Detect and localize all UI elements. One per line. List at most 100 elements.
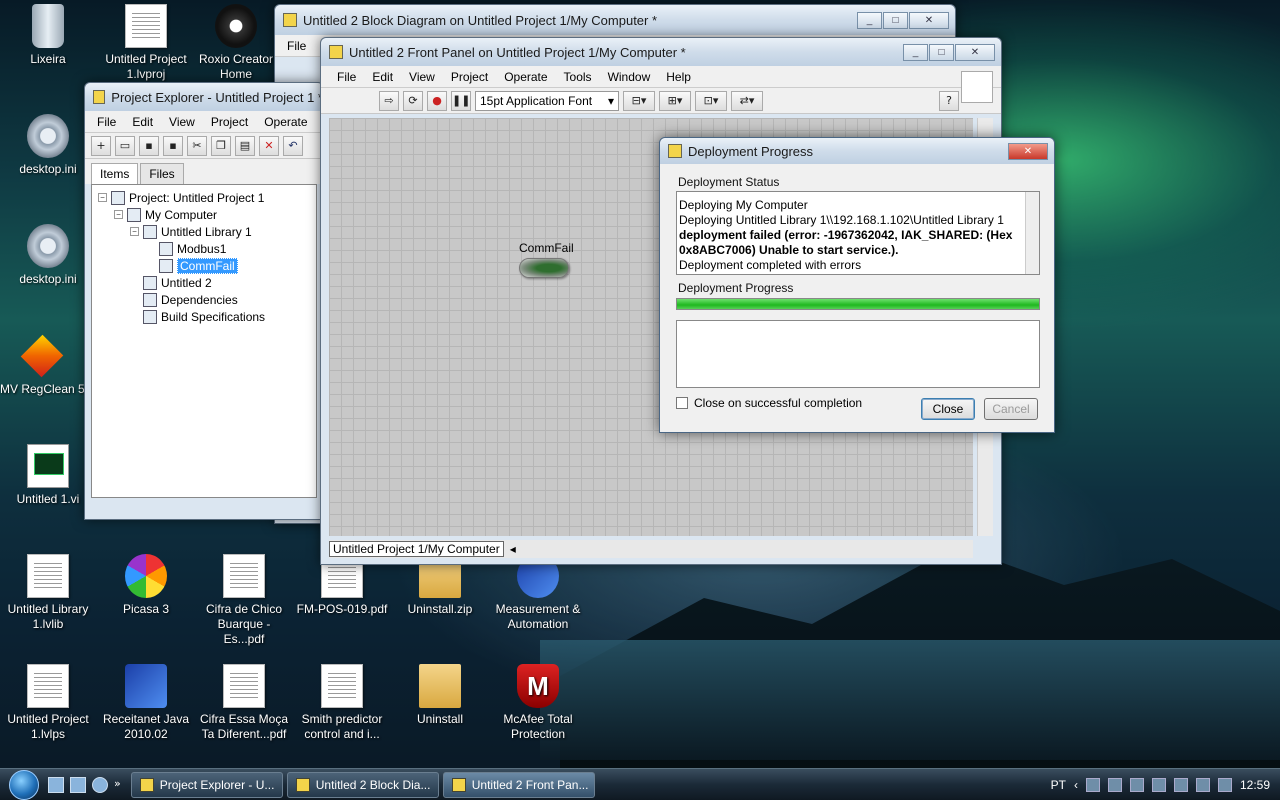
project-explorer-window[interactable]: Project Explorer - Untitled Project 1 * … xyxy=(84,82,324,520)
desktop-icon-cifra-chico[interactable]: Cifra de Chico Buarque - Es...pdf xyxy=(196,554,292,647)
distribute-objects-icon[interactable]: ⊞▾ xyxy=(659,90,691,111)
minimize-button[interactable]: _ xyxy=(903,43,928,61)
maximize-button[interactable]: □ xyxy=(929,43,954,61)
run-icon[interactable]: ⇨ xyxy=(379,90,399,111)
menu-view[interactable]: View xyxy=(161,115,203,129)
internet-explorer-icon[interactable] xyxy=(92,776,108,793)
desktop-icon-recycle-bin[interactable]: Lixeira xyxy=(0,4,96,67)
tab-files[interactable]: Files xyxy=(140,163,184,184)
desktop-icon-lvlib[interactable]: Untitled Library 1.lvlib xyxy=(0,554,96,632)
desktop-icon-untitled-vi[interactable]: Untitled 1.vi xyxy=(0,444,96,507)
desktop-icon-lvproj[interactable]: Untitled Project 1.lvproj xyxy=(98,4,194,82)
clock[interactable]: 12:59 xyxy=(1240,778,1270,792)
status-log-scrollbar[interactable] xyxy=(1025,192,1039,274)
menu-project[interactable]: Project xyxy=(443,70,496,84)
desktop-icon-roxio[interactable]: Roxio Creator Home xyxy=(196,4,276,82)
desktop-icon-regclean[interactable]: MV RegClean 5 xyxy=(0,334,84,397)
tree-node-commfail[interactable]: CommFail xyxy=(92,257,316,274)
collapse-icon[interactable]: − xyxy=(130,227,139,236)
menu-operate[interactable]: Operate xyxy=(256,115,315,129)
reorder-icon[interactable]: ⇄▾ xyxy=(731,90,763,111)
menu-edit[interactable]: Edit xyxy=(124,115,161,129)
scroll-left-icon[interactable]: ◂ xyxy=(510,542,516,556)
task-front-panel[interactable]: Untitled 2 Front Pan... xyxy=(442,771,595,798)
more-icon[interactable]: » xyxy=(114,777,121,793)
tree-node-my-computer[interactable]: − My Computer xyxy=(92,206,316,223)
dialog-close-button[interactable]: ✕ xyxy=(1008,142,1048,160)
menu-window[interactable]: Window xyxy=(600,70,659,84)
desktop-icon-cifra-essa[interactable]: Cifra Essa Moça Ta Diferent...pdf xyxy=(196,664,292,742)
open-icon[interactable]: ▭ xyxy=(115,135,135,156)
menu-view[interactable]: View xyxy=(401,70,443,84)
network-tray-icon[interactable] xyxy=(1085,777,1100,792)
cancel-button[interactable]: Cancel xyxy=(984,398,1038,420)
security-tray-icon[interactable] xyxy=(1173,777,1188,792)
desktop-icon-lvlps[interactable]: Untitled Project 1.lvlps xyxy=(0,664,96,742)
close-on-completion-checkbox[interactable]: Close on successful completion xyxy=(676,396,862,410)
tree-node-dependencies[interactable]: Dependencies xyxy=(92,291,316,308)
maximize-button[interactable]: □ xyxy=(883,11,908,29)
collapse-icon[interactable]: − xyxy=(98,193,107,202)
desktop-icon-desktop-ini-1[interactable]: desktop.ini xyxy=(0,114,96,177)
copy-icon[interactable]: ❐ xyxy=(211,135,231,156)
power-tray-icon[interactable] xyxy=(1195,777,1210,792)
save-all-icon[interactable]: ▪ xyxy=(163,135,183,156)
tray-expand-icon[interactable]: ‹ xyxy=(1074,778,1078,792)
cut-icon[interactable]: ✂ xyxy=(187,135,207,156)
menu-file[interactable]: File xyxy=(279,39,314,53)
tree-node-library[interactable]: − Untitled Library 1 xyxy=(92,223,316,240)
close-button[interactable]: ✕ xyxy=(955,43,995,61)
run-continuously-icon[interactable]: ⟳ xyxy=(403,90,423,111)
close-button[interactable]: Close xyxy=(921,398,975,420)
menu-operate[interactable]: Operate xyxy=(496,70,555,84)
align-objects-icon[interactable]: ⊟▾ xyxy=(623,90,655,111)
menu-project[interactable]: Project xyxy=(203,115,256,129)
start-button[interactable] xyxy=(0,769,48,800)
commfail-led-indicator[interactable] xyxy=(519,258,569,278)
menu-file[interactable]: File xyxy=(329,70,364,84)
desktop-icon-mcafee[interactable]: M McAfee Total Protection xyxy=(490,664,586,742)
pause-icon[interactable]: ❚❚ xyxy=(451,90,471,111)
close-button[interactable]: ✕ xyxy=(909,11,949,29)
tree-node-build-specifications[interactable]: Build Specifications xyxy=(92,308,316,325)
abort-icon[interactable]: ● xyxy=(427,90,447,111)
resize-objects-icon[interactable]: ⊡▾ xyxy=(695,90,727,111)
collapse-icon[interactable]: − xyxy=(114,210,123,219)
checkbox-unchecked-icon[interactable] xyxy=(676,397,688,409)
task-block-diagram[interactable]: Untitled 2 Block Dia... xyxy=(286,771,439,798)
language-indicator[interactable]: PT xyxy=(1051,778,1066,792)
save-icon[interactable]: ▪ xyxy=(139,135,159,156)
task-project-explorer[interactable]: Project Explorer - U... xyxy=(130,771,283,798)
tree-node-untitled-2[interactable]: Untitled 2 xyxy=(92,274,316,291)
desktop-icon-measurement-automation[interactable]: Measurement & Automation xyxy=(490,554,586,632)
desktop-icon-receitanet[interactable]: Receitanet Java 2010.02 xyxy=(98,664,194,742)
volume-tray-icon[interactable] xyxy=(1217,777,1232,792)
undo-icon[interactable]: ↶ xyxy=(283,135,303,156)
block-diagram-titlebar[interactable]: Untitled 2 Block Diagram on Untitled Pro… xyxy=(275,5,955,35)
menu-edit[interactable]: Edit xyxy=(364,70,401,84)
menu-file[interactable]: File xyxy=(89,115,124,129)
tree-node-modbus1[interactable]: Modbus1 xyxy=(92,240,316,257)
context-help-icon[interactable]: ? xyxy=(939,90,959,111)
antivirus-tray-icon[interactable] xyxy=(1107,777,1122,792)
new-icon[interactable]: + xyxy=(91,135,111,156)
desktop-icon-desktop-ini-2[interactable]: desktop.ini xyxy=(0,224,96,287)
desktop-icon-uninstall-folder[interactable]: Uninstall xyxy=(392,664,488,727)
mcafee-tray-icon[interactable] xyxy=(1129,777,1144,792)
show-desktop-icon[interactable] xyxy=(48,776,64,793)
switch-windows-icon[interactable] xyxy=(70,776,86,793)
project-tree[interactable]: − Project: Untitled Project 1 − My Compute… xyxy=(91,184,317,498)
menu-tools[interactable]: Tools xyxy=(556,70,600,84)
paste-icon[interactable]: ▤ xyxy=(235,135,255,156)
tree-node-project[interactable]: − Project: Untitled Project 1 xyxy=(92,189,316,206)
desktop-icon-smith-predictor[interactable]: Smith predictor control and i... xyxy=(294,664,390,742)
dialog-titlebar[interactable]: Deployment Progress ✕ xyxy=(660,138,1054,164)
display-tray-icon[interactable] xyxy=(1151,777,1166,792)
delete-icon[interactable]: ✕ xyxy=(259,135,279,156)
tab-items[interactable]: Items xyxy=(91,163,139,184)
font-selector[interactable]: 15pt Application Font ▾ xyxy=(475,90,619,111)
menu-help[interactable]: Help xyxy=(658,70,699,84)
deployment-progress-dialog[interactable]: Deployment Progress ✕ Deployment Status … xyxy=(659,137,1055,433)
desktop-icon-picasa[interactable]: Picasa 3 xyxy=(98,554,194,617)
vi-connector-icon[interactable] xyxy=(961,71,993,103)
